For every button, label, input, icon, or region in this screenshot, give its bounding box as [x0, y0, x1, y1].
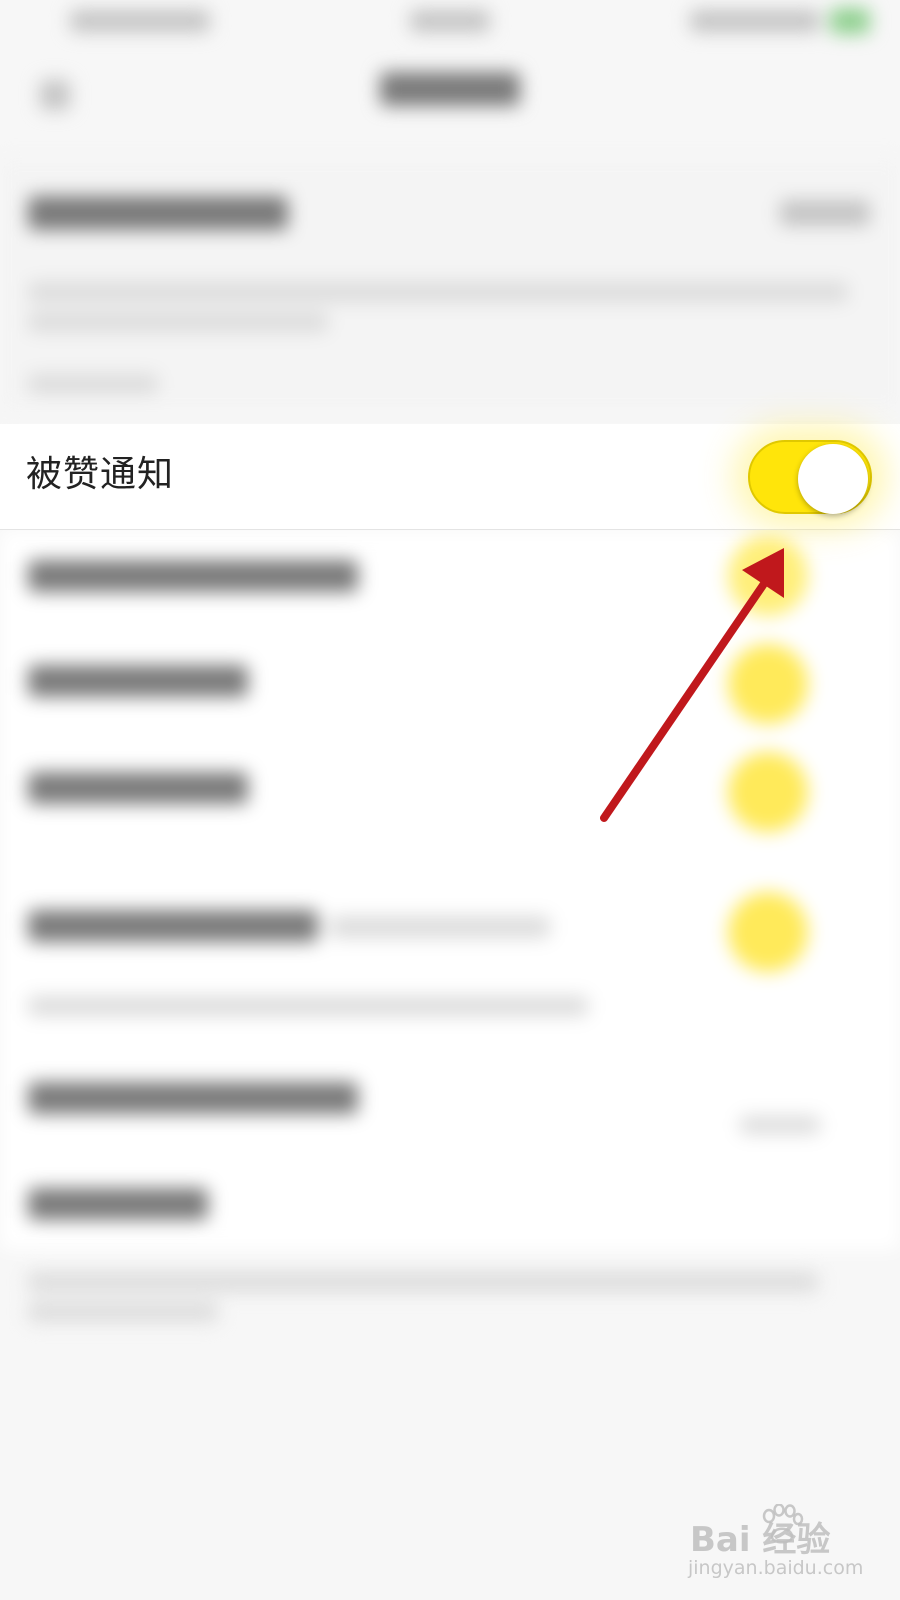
watermark-logo: Bai 经验 [690, 1520, 831, 1560]
annotation-arrow [600, 548, 784, 822]
watermark-url: jingyan.baidu.com [688, 1557, 864, 1579]
